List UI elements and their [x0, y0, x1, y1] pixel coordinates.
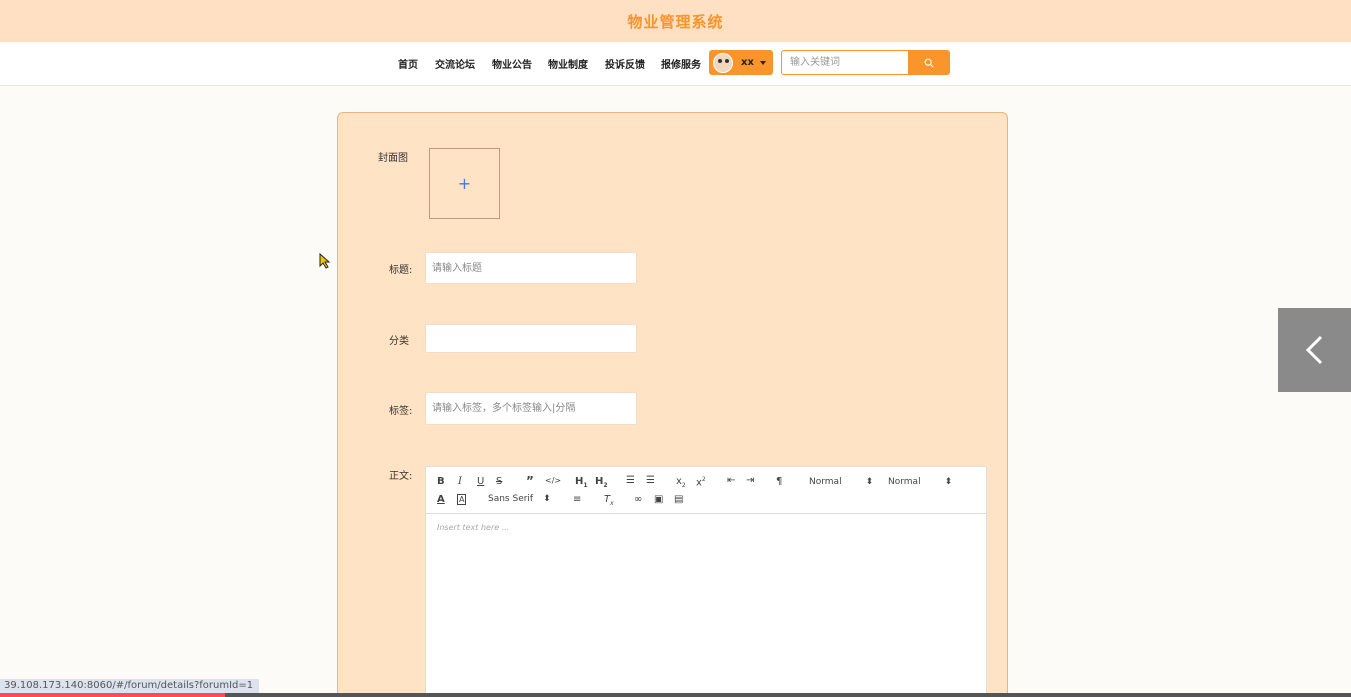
video-icon[interactable]: ▤ — [674, 494, 683, 505]
strike-icon[interactable]: S — [496, 476, 502, 487]
search-button[interactable] — [908, 50, 950, 75]
bottom-progress-bar — [0, 693, 225, 697]
content-label: 正文: — [389, 471, 413, 482]
bold-icon[interactable]: B — [437, 476, 445, 487]
browser-status-url: 39.108.173.140:8060/#/forum/details?foru… — [0, 679, 260, 693]
nav-item-announcements[interactable]: 物业公告 — [492, 56, 532, 71]
ordered-list-icon[interactable]: ☰ — [626, 475, 635, 486]
text-color-icon[interactable]: A — [437, 494, 445, 505]
nav-item-home[interactable]: 首页 — [398, 56, 418, 71]
tags-label: 标签: — [389, 406, 413, 417]
category-input[interactable] — [425, 324, 637, 353]
subscript-icon[interactable]: x2 — [676, 476, 686, 489]
nav-item-complaints[interactable]: 投诉反馈 — [605, 56, 645, 71]
user-menu-button[interactable]: xx — [709, 50, 773, 75]
nav-bar: 首页 交流论坛 物业公告 物业制度 投诉反馈 报修服务 — [0, 42, 1351, 86]
search-icon — [924, 58, 934, 67]
tags-input[interactable] — [425, 392, 637, 425]
search-input[interactable] — [781, 50, 909, 75]
image-icon[interactable]: ▣ — [654, 494, 663, 505]
plus-icon: + — [457, 174, 472, 193]
background-color-icon[interactable]: A — [457, 494, 467, 505]
nav-item-forum[interactable]: 交流论坛 — [435, 56, 475, 71]
category-label: 分类 — [389, 336, 409, 347]
h2-icon[interactable]: H2 — [595, 476, 608, 489]
nav-item-rules[interactable]: 物业制度 — [548, 56, 588, 71]
italic-icon[interactable]: I — [458, 476, 462, 487]
rich-text-editor: B I U S ” </> H1 H2 ☰ ☰ x2 x2 ⇤ ⇥ ¶ Norm… — [425, 466, 987, 697]
rtl-icon[interactable]: ¶ — [776, 476, 782, 487]
user-name: xx — [741, 57, 754, 68]
cover-label: 封面图 — [378, 153, 408, 164]
align-icon[interactable]: ≡ — [573, 494, 581, 505]
header-picker[interactable]: Normal ⬍ — [809, 477, 873, 487]
size-picker-label: Normal — [888, 477, 921, 487]
cover-upload-button[interactable]: + — [429, 148, 500, 219]
editor-placeholder[interactable]: Insert text here ... — [437, 523, 509, 532]
chevron-updown-icon: ⬍ — [865, 477, 874, 487]
superscript-icon[interactable]: x2 — [696, 476, 706, 488]
code-block-icon[interactable]: </> — [545, 476, 561, 485]
indent-icon[interactable]: ⇥ — [746, 475, 754, 486]
clean-format-icon[interactable]: Tx — [604, 494, 614, 507]
outdent-icon[interactable]: ⇤ — [727, 475, 735, 486]
bullet-list-icon[interactable]: ☰ — [646, 475, 655, 486]
link-icon[interactable]: ∞ — [634, 494, 642, 505]
h1-icon[interactable]: H1 — [575, 476, 588, 489]
font-picker-label: Sans Serif — [488, 494, 534, 504]
top-header: 物业管理系统 — [0, 0, 1351, 42]
chevron-down-icon — [759, 60, 766, 65]
blockquote-icon[interactable]: ” — [526, 474, 534, 488]
chevron-updown-icon: ⬍ — [944, 477, 953, 487]
title-input[interactable] — [425, 252, 637, 284]
chevron-updown-icon: ⬍ — [543, 494, 551, 504]
underline-icon[interactable]: U — [477, 476, 484, 487]
header-picker-label: Normal — [809, 477, 842, 487]
size-picker[interactable]: Normal ⬍ — [888, 477, 952, 487]
editor-toolbar: B I U S ” </> H1 H2 ☰ ☰ x2 x2 ⇤ ⇥ ¶ Norm… — [426, 467, 986, 514]
site-title: 物业管理系统 — [627, 12, 724, 31]
mouse-cursor-icon — [319, 253, 331, 269]
title-label: 标题: — [389, 265, 413, 276]
nav-item-repair[interactable]: 报修服务 — [661, 56, 701, 71]
chevron-left-icon — [1305, 335, 1322, 365]
avatar — [713, 52, 733, 73]
side-collapse-button[interactable] — [1278, 308, 1351, 392]
font-picker[interactable]: Sans Serif ⬍ — [488, 494, 551, 504]
